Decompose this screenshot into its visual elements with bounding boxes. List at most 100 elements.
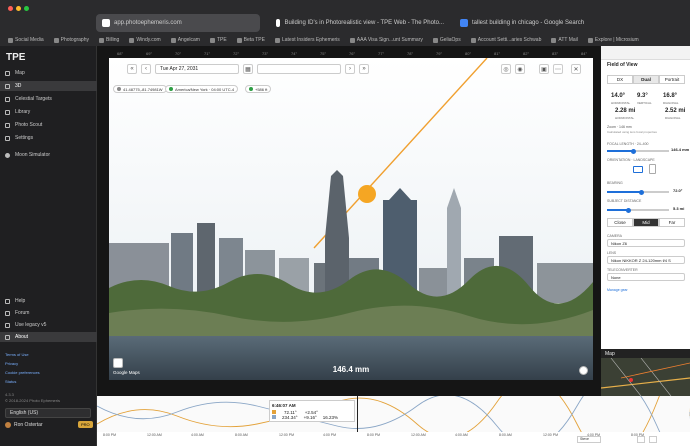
calendar-icon[interactable]: ▦ xyxy=(243,64,253,74)
step-back-button[interactable]: ‹ xyxy=(141,64,151,74)
bookmark-item[interactable]: Billing xyxy=(99,37,119,43)
compass-icon[interactable] xyxy=(579,366,588,375)
zoom-window-button[interactable] xyxy=(24,6,29,11)
range-button[interactable]: Mid xyxy=(633,218,659,227)
step-forward-button[interactable]: › xyxy=(345,64,355,74)
chip-label: America/New York · 04:00 UTC-4 xyxy=(175,86,235,92)
skip-back-button[interactable]: « xyxy=(127,64,137,74)
sidebar-link[interactable]: Privacy xyxy=(5,361,18,366)
sidebar-item-about[interactable]: About xyxy=(0,332,97,342)
sidebar-item-help[interactable]: Help xyxy=(0,296,97,306)
sidebar-item-use-legacy-v5[interactable]: Use legacy v5 xyxy=(0,320,97,330)
timeline-next-icon[interactable] xyxy=(649,436,657,443)
moon-simulator-item[interactable]: Moon Simulator xyxy=(0,150,97,160)
bookmark-item[interactable]: Latest Insiders Ephemeris xyxy=(274,37,340,43)
manage-gear-link[interactable]: Manage gear xyxy=(607,288,628,292)
bearing-slider[interactable] xyxy=(607,189,669,195)
mini-map[interactable]: Map xyxy=(601,349,690,396)
camera-select[interactable]: Nikon Z6 xyxy=(607,239,685,247)
chip-label: 41.48775,-81.74981W xyxy=(123,86,163,92)
bookmark-item[interactable]: ATT Mail xyxy=(551,37,578,43)
bookmark-icon xyxy=(274,37,280,43)
minimize-window-button[interactable] xyxy=(16,6,21,11)
bookmark-item[interactable]: Account Setti...aries Schwab xyxy=(470,37,541,43)
sidebar-item-photo-scout[interactable]: Photo Scout xyxy=(0,120,97,130)
sidebar-link[interactable]: Cookie preferences xyxy=(5,370,40,375)
photorealistic-viewport[interactable]: « ‹ Tue Apr 27, 2031 ▦ › » ◎ ◉ ▣ ⋯ ✕ 41.… xyxy=(109,58,593,380)
timeline-graph xyxy=(97,396,690,432)
sidebar-item-library[interactable]: Library xyxy=(0,107,97,117)
bookmark-label: GeliaOps xyxy=(439,37,461,43)
sensor-tab[interactable]: Portrait xyxy=(659,75,685,84)
sidebar-item-celestial-targets[interactable]: Celestial Targets xyxy=(0,94,97,104)
user-row[interactable]: Ron Ostertar xyxy=(5,422,43,428)
location-chip[interactable]: 41.48775,-81.74981W xyxy=(113,85,167,93)
tpe-favicon-icon xyxy=(102,19,110,27)
focal-length-slider[interactable] xyxy=(607,148,669,154)
sidebar: TPE Map 3D Celestial Targets Library Photo S… xyxy=(0,46,97,446)
sidebar-link[interactable]: Terms of Use xyxy=(5,352,29,357)
timeline-tooltip: 6:46:07 AM 72.11° +2.54° 234.34° +9.16° … xyxy=(269,400,355,422)
sidebar-item-settings[interactable]: Settings xyxy=(0,133,97,143)
bookmark-item[interactable]: Windy.com xyxy=(129,37,161,43)
lens-label: Lens xyxy=(607,251,617,255)
fov-angle-label: VERTICAL xyxy=(637,101,652,105)
portrait-toggle[interactable] xyxy=(649,164,656,174)
more-icon[interactable]: ⋯ xyxy=(553,64,563,74)
date-picker[interactable]: Tue Apr 27, 2031 xyxy=(155,64,239,74)
sidebar-item-3d[interactable]: 3D xyxy=(0,81,97,91)
layers-icon[interactable] xyxy=(113,358,123,368)
sensor-tab[interactable]: Dual xyxy=(633,75,659,84)
eye-icon[interactable]: ◉ xyxy=(515,64,525,74)
bookmark-item[interactable]: Social Media xyxy=(8,37,44,43)
close-window-button[interactable] xyxy=(8,6,13,11)
map-svg xyxy=(601,358,690,396)
sun-marker[interactable] xyxy=(358,185,376,203)
bookmark-item[interactable]: Angelcam xyxy=(170,37,200,43)
browser-tab[interactable]: Building ID's in Photorealistic view - T… xyxy=(270,14,450,32)
sidebar-item-forum[interactable]: Forum xyxy=(0,308,97,318)
skip-forward-button[interactable]: » xyxy=(359,64,369,74)
moon-illumination: 16.23% xyxy=(322,415,339,420)
bookmark-item[interactable]: Explore | Microsium xyxy=(587,37,639,43)
lens-select[interactable]: Nikon NIKKOR Z 24-120mm f/4 S xyxy=(607,256,685,264)
tpe-favicon-icon xyxy=(276,19,281,27)
close-icon[interactable]: ✕ xyxy=(571,64,581,74)
bookmark-item[interactable]: TPE xyxy=(209,37,227,43)
google-favicon-icon xyxy=(460,19,468,27)
user-name: Ron Ostertar xyxy=(14,422,43,428)
range-button[interactable]: Far xyxy=(659,218,685,227)
time-slider-field[interactable] xyxy=(257,64,341,74)
timeline-zoom-select[interactable]: Steve xyxy=(577,436,601,443)
bookmark-item[interactable]: GeliaOps xyxy=(432,37,461,43)
sidebar-item-label: About xyxy=(15,334,29,340)
sidebar-item-map[interactable]: Map xyxy=(0,68,97,78)
bookmark-item[interactable]: Photography xyxy=(53,37,89,43)
moon-icon xyxy=(5,152,10,158)
orientation-label: Orientation · Landscape xyxy=(607,158,655,162)
pin-icon[interactable]: ◎ xyxy=(501,64,511,74)
bookmark-item[interactable]: Beta TPE xyxy=(236,37,265,43)
subject-distance-slider[interactable] xyxy=(607,207,669,213)
timeline-time: 6:46:07 AM xyxy=(272,403,296,408)
sun-swatch xyxy=(272,410,276,414)
location-chip[interactable]: +586 ft xyxy=(245,85,272,93)
landscape-toggle[interactable] xyxy=(633,166,643,173)
timeline[interactable]: 6:46:07 AM 72.11° +2.54° 234.34° +9.16° … xyxy=(97,396,690,446)
location-chip[interactable]: America/New York · 04:00 UTC-4 xyxy=(165,85,239,93)
sidebar-item-label: Photo Scout xyxy=(15,122,43,128)
timeline-prev-icon[interactable] xyxy=(637,436,645,443)
screenshot-icon[interactable]: ▣ xyxy=(539,64,549,74)
sidebar-link[interactable]: Status xyxy=(5,379,16,384)
range-button[interactable]: Close xyxy=(607,218,633,227)
teleconverter-select[interactable]: None xyxy=(607,273,685,281)
timeline-tick: 4:00 AM xyxy=(191,433,204,437)
language-select[interactable]: English (US) xyxy=(5,408,91,418)
bookmark-item[interactable]: AAA Visa Sign...unt Summary xyxy=(349,37,423,43)
bookmark-label: TPE xyxy=(216,37,227,43)
moon-simulator-label: Moon Simulator xyxy=(15,152,51,158)
browser-tab[interactable]: tallest building in chicago - Google Sea… xyxy=(454,14,634,32)
sensor-tab[interactable]: DX xyxy=(607,75,633,84)
fov-distance-value: 2.52 mi xyxy=(665,108,686,114)
browser-tab-active[interactable]: app.photoephemeris.com xyxy=(96,14,260,32)
